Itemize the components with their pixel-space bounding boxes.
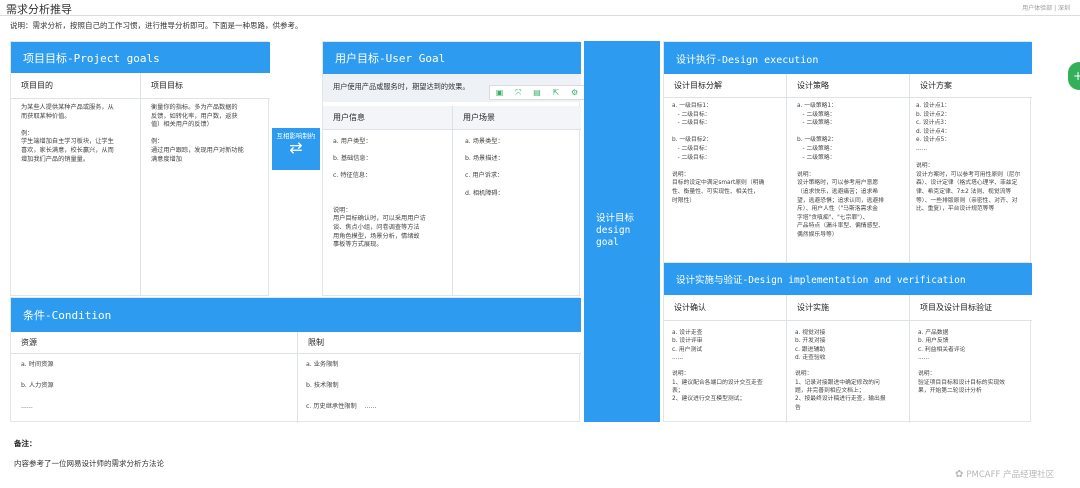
project-target-heading: 项目目标 bbox=[140, 73, 270, 99]
user-goal-panel: 用户目标-User Goal 用户使用产品或服务时，期望达到的效果。 ▣ ⤧ ▤… bbox=[322, 41, 585, 296]
note-label: 备注： bbox=[14, 439, 37, 448]
condition-header: 条件-Condition bbox=[11, 298, 581, 332]
design-execution-header: 设计执行-Design execution bbox=[664, 42, 1032, 74]
design-plan-content: a. 设计点1： b. 设计点2： c. 设计点3： d. 设计点4： e. 设… bbox=[909, 98, 1032, 264]
note-text: 内容参考了一位网易设计师的需求分析方法论 bbox=[14, 459, 164, 468]
resources-heading: 资源 bbox=[11, 332, 297, 354]
user-scene-heading: 用户场景 bbox=[452, 106, 581, 130]
goal-verify-heading: 项目及设计目标验证 bbox=[909, 295, 1032, 321]
goal-verify-content: a. 产品数据 b. 用户反馈 c. 利益相关者评论 ...... 说明： 验证… bbox=[909, 321, 1032, 423]
expand-icon[interactable]: ⤧ bbox=[515, 88, 521, 98]
goal-breakdown-content: a. 一级目标1： - 二级目标： - 二级目标： b. 一级目标2： - 二级… bbox=[672, 103, 765, 204]
design-goal-box: 设计目标 design goal bbox=[584, 41, 660, 422]
intro-text: 说明：需求分析，按照自己的工作习惯，进行推导分析即可。下面是一种思路，供参考。 bbox=[10, 21, 303, 30]
limits-heading: 限制 bbox=[297, 332, 581, 354]
toolbar: ▣ ⤧ ▤ ⇱ ⚙ bbox=[489, 85, 585, 100]
divider bbox=[0, 15, 1080, 16]
watermark: ✿ PMCAFF 产品经理社区 bbox=[955, 468, 1055, 481]
design-strategy-content: a. 一级策略1： - 二级策略： - 二级策略： b. 一级策略2： - 二级… bbox=[786, 98, 909, 264]
design-goal-label: 设计目标 design goal bbox=[596, 213, 635, 248]
project-target-content: 衡量你的指标。多为产品数据的 反馈，如转化率，用户数，返获 值）相关用户的反馈）… bbox=[140, 99, 270, 296]
design-implement-heading: 设计实施 bbox=[786, 295, 909, 321]
swap-arrows-icon: ⇄ bbox=[289, 138, 303, 157]
project-purpose-content: 为某些人提供某种产品或服务，从 而获取某种价值。 例： 学生端增加自主学习板块，… bbox=[21, 104, 114, 163]
implementation-panel: 设计实施与验证-Design implementation and verifi… bbox=[663, 262, 1032, 423]
settings-icon[interactable]: ⚙ bbox=[571, 88, 578, 97]
implementation-header: 设计实施与验证-Design implementation and verifi… bbox=[664, 263, 1032, 295]
design-confirm-content: a. 设计走查 b. 设计评审 c. 用户测试 ...... 说明： 1、建议配… bbox=[672, 330, 763, 403]
interaction-box: 互相影响制约 ⇄ bbox=[272, 128, 320, 170]
goal-breakdown-heading: 设计目标分解 bbox=[664, 74, 786, 98]
design-strategy-heading: 设计策略 bbox=[786, 74, 909, 98]
limits-content: a. 业务限制 b. 技术限制 c. 历史继承性限制 ...... bbox=[297, 354, 581, 423]
user-info-heading: 用户信息 bbox=[323, 106, 452, 130]
project-goals-panel: 项目目标-Project goals 项目目的 项目目标 为某些人提供某种产品或… bbox=[10, 41, 270, 296]
design-implement-content: a. 视觉对接 b. 开发对接 c. 跟进辅助 d. 走查验收 说明： 1、记录… bbox=[786, 321, 909, 423]
logo-icon: ✿ bbox=[955, 468, 964, 480]
copy-icon[interactable]: ▣ bbox=[496, 88, 504, 97]
condition-panel: 条件-Condition 资源 限制 a. 时间资源 b. 人力资源 .....… bbox=[10, 297, 581, 423]
design-confirm-heading: 设计确认 bbox=[664, 295, 786, 321]
save-icon[interactable]: ▤ bbox=[533, 88, 541, 97]
design-execution-panel: 设计执行-Design execution 设计目标分解 设计策略 设计方案 a… bbox=[663, 41, 1032, 264]
project-goals-header: 项目目标-Project goals bbox=[11, 42, 270, 73]
user-scene-content: a. 场景类型： b. 场景描述： c. 用户诉求： d. 相机障碍： bbox=[452, 130, 581, 296]
top-right-label[interactable]: 用户体验部 | 深圳 bbox=[1022, 3, 1070, 12]
share-icon[interactable]: ⇱ bbox=[553, 88, 560, 97]
design-plan-heading: 设计方案 bbox=[909, 74, 1032, 98]
resources-content: a. 时间资源 b. 人力资源 ...... bbox=[21, 361, 54, 410]
side-widget-icon[interactable]: + bbox=[1068, 62, 1080, 90]
project-purpose-heading: 项目目的 bbox=[11, 73, 140, 99]
user-info-content: a. 用户类型： b. 基础信息： c. 特征信息： 说明： 用户目标确认时，可… bbox=[333, 138, 426, 249]
user-goal-header: 用户目标-User Goal bbox=[323, 42, 581, 74]
